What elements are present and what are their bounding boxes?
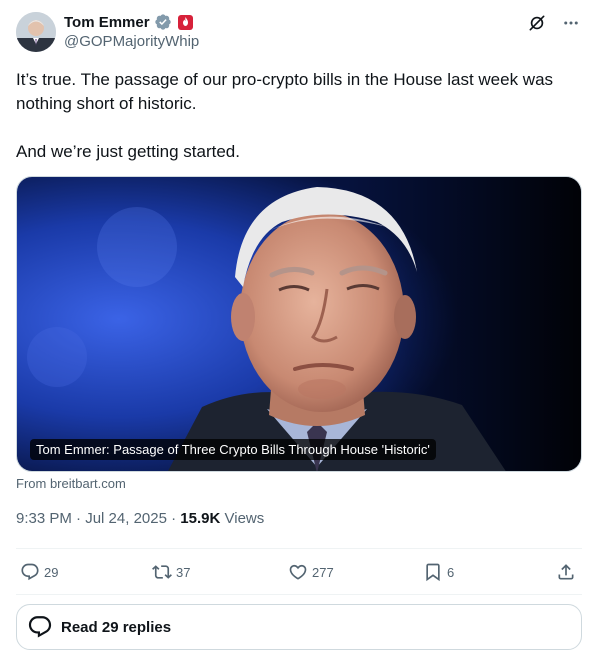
divider: [16, 548, 582, 549]
share-icon: [558, 564, 574, 580]
read-replies-button[interactable]: Read 29 replies: [16, 604, 582, 650]
display-name[interactable]: Tom Emmer: [64, 14, 150, 31]
share-button[interactable]: [556, 552, 576, 592]
chat-bubble-icon: [28, 616, 52, 638]
tweet-date[interactable]: Jul 24, 2025: [85, 510, 167, 527]
tweet-time[interactable]: 9:33 PM: [16, 510, 72, 527]
tweet-meta: 9:33 PM · Jul 24, 2025 · 15.9K Views: [16, 510, 265, 527]
bookmark-count: 6: [447, 564, 455, 580]
tweet-header: Tom Emmer @GOPMajorityWhip: [16, 12, 582, 54]
link-source[interactable]: From breitbart.com: [16, 476, 126, 491]
reply-count: 29: [44, 564, 59, 580]
more-icon[interactable]: [560, 12, 582, 34]
read-replies-label: Read 29 replies: [61, 618, 172, 636]
tweet-text-line-1: It’s true. The passage of our pro-crypto…: [16, 70, 554, 113]
link-card-title[interactable]: Tom Emmer: Passage of Three Crypto Bills…: [30, 439, 436, 460]
repost-button[interactable]: 37: [152, 552, 190, 592]
grok-icon[interactable]: [526, 12, 548, 34]
like-button[interactable]: 277: [288, 552, 334, 592]
reply-icon: [21, 563, 39, 581]
like-icon: [289, 564, 307, 580]
link-card-image[interactable]: Tom Emmer: Passage of Three Crypto Bills…: [16, 176, 582, 472]
bookmark-icon: [426, 563, 440, 582]
repost-count: 37: [176, 564, 191, 580]
like-count: 277: [312, 564, 334, 580]
handle[interactable]: @GOPMajorityWhip: [64, 33, 199, 50]
tweet-text: It’s true. The passage of our pro-crypto…: [16, 68, 582, 164]
action-bar: 29 37 277 6: [16, 552, 582, 592]
repost-icon: [152, 565, 172, 579]
reply-button[interactable]: 29: [20, 552, 58, 592]
views-count[interactable]: 15.9K: [180, 510, 220, 527]
government-badge-icon[interactable]: [177, 14, 193, 30]
verified-icon[interactable]: [154, 13, 172, 31]
tweet-text-line-2: And we’re just getting started.: [16, 142, 240, 161]
bookmark-button[interactable]: 6: [423, 552, 454, 592]
avatar[interactable]: [16, 12, 56, 52]
views-label: Views: [224, 510, 265, 527]
divider: [16, 594, 582, 595]
